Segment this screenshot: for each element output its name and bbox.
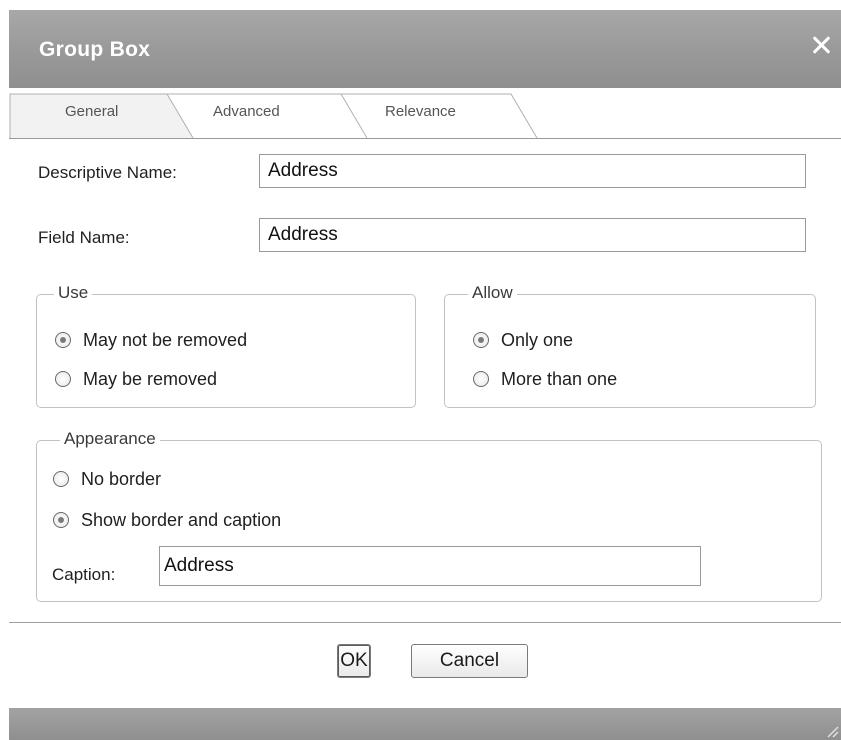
use-legend: Use [54, 283, 93, 303]
resize-grip-icon[interactable] [825, 724, 839, 738]
allow-legend: Allow [468, 283, 517, 303]
dialog-title: Group Box [39, 38, 151, 61]
appearance-groupbox: Appearance No border Show border and cap… [36, 429, 822, 602]
radio-may-not-be-removed[interactable]: May not be removed [55, 329, 247, 351]
footer-divider [9, 622, 841, 623]
descriptive-name-label: Descriptive Name: [38, 163, 177, 182]
caption-label: Caption: [52, 565, 116, 584]
radio-only-one[interactable]: Only one [473, 329, 573, 351]
radio-label: Show border and caption [81, 509, 282, 530]
radio-may-be-removed[interactable]: May be removed [55, 368, 217, 390]
radio-label: May be removed [83, 368, 218, 389]
tab-general[interactable]: General [65, 103, 118, 120]
tab-relevance[interactable]: Relevance [385, 103, 456, 120]
cancel-button[interactable]: Cancel [411, 644, 528, 678]
group-box-dialog: Group Box General Advanced Relevance Des… [9, 10, 841, 740]
radio-label: More than one [501, 368, 618, 389]
radio-show-border-and-caption[interactable]: Show border and caption [53, 509, 281, 531]
status-bar [9, 708, 841, 740]
tab-strip: General Advanced Relevance [9, 88, 841, 139]
close-icon[interactable] [807, 30, 837, 60]
radio-checked-icon [473, 332, 489, 348]
caption-input[interactable] [159, 546, 701, 586]
appearance-legend: Appearance [60, 429, 160, 449]
radio-more-than-one[interactable]: More than one [473, 368, 617, 390]
radio-checked-icon [53, 512, 69, 528]
tab-advanced[interactable]: Advanced [213, 103, 280, 120]
allow-groupbox: Allow Only one More than one [444, 283, 816, 408]
radio-checked-icon [55, 332, 71, 348]
field-name-input[interactable] [259, 218, 806, 252]
use-groupbox: Use May not be removed May be removed [36, 283, 416, 408]
field-name-label: Field Name: [38, 228, 130, 247]
radio-no-border[interactable]: No border [53, 468, 161, 490]
radio-label: No border [81, 468, 162, 489]
radio-unchecked-icon [53, 471, 69, 487]
descriptive-name-input[interactable] [259, 154, 806, 188]
radio-unchecked-icon [55, 371, 71, 387]
ok-button[interactable]: OK [337, 644, 371, 678]
radio-unchecked-icon [473, 371, 489, 387]
radio-label: Only one [501, 329, 574, 350]
radio-label: May not be removed [83, 329, 248, 350]
title-bar[interactable]: Group Box [9, 10, 841, 88]
